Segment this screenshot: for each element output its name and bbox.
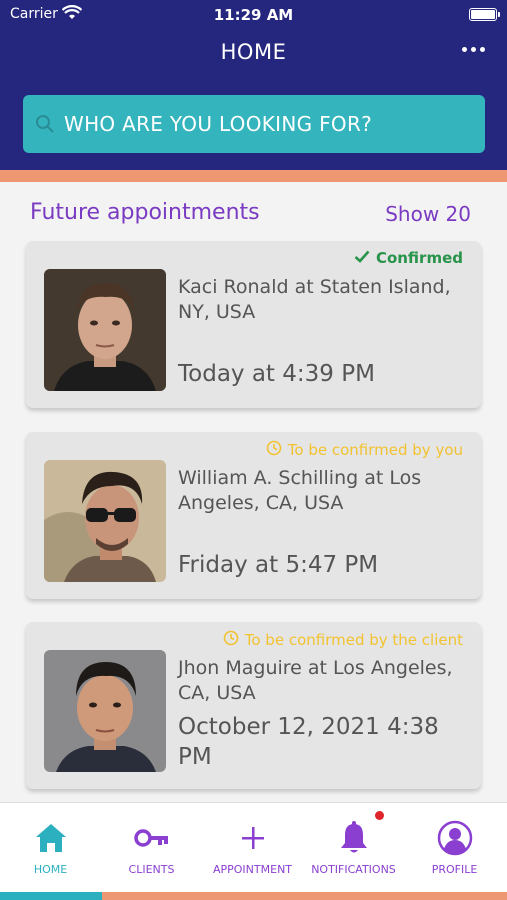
header-bar: Carrier 11:29 AM HOME WHO ARE YOU LOOKIN… — [0, 0, 507, 170]
clock-icon — [223, 630, 239, 650]
tab-notifications[interactable]: NOTIFICATIONS — [303, 803, 404, 893]
show-20-button[interactable]: Show 20 — [385, 202, 471, 226]
tab-profile[interactable]: PROFILE — [404, 803, 505, 893]
more-horizontal-icon[interactable] — [462, 47, 485, 52]
status-badge: Confirmed — [354, 249, 463, 267]
tab-bar: HOME CLIENTS APPOINTMENT NOTIFICATIONS P… — [0, 802, 507, 892]
status-badge: To be confirmed by you — [266, 440, 463, 460]
profile-icon — [404, 819, 505, 857]
search-icon — [35, 114, 55, 138]
tab-label: APPOINTMENT — [212, 863, 293, 876]
tab-label: CLIENTS — [128, 863, 175, 876]
checkmark-icon — [354, 249, 370, 267]
section-title: Future appointments — [30, 200, 260, 225]
page-title: HOME — [220, 40, 287, 64]
status-label: Confirmed — [375, 249, 463, 267]
tab-home[interactable]: HOME — [0, 803, 101, 893]
appointment-time: October 12, 2021 4:38 PM — [178, 714, 439, 770]
client-name-location: William A. Schilling at Los Angeles, CA,… — [178, 467, 422, 514]
search-placeholder: WHO ARE YOU LOOKING FOR? — [64, 112, 373, 136]
clock: 11:29 AM — [213, 6, 294, 24]
tab-label: HOME — [33, 863, 68, 876]
avatar — [44, 460, 166, 582]
accent-divider — [0, 170, 507, 182]
status-badge: To be confirmed by the client — [223, 630, 463, 650]
key-icon — [101, 819, 202, 857]
appointment-time: Friday at 5:47 PM — [178, 552, 379, 578]
notification-badge — [375, 811, 384, 820]
client-name-location: Kaci Ronald at Staten Island, NY, USA — [178, 276, 451, 323]
clock-icon — [266, 440, 282, 460]
appointment-card[interactable]: Confirmed Kaci Ronald at Staten Island, … — [26, 241, 481, 408]
status-bar: Carrier 11:29 AM — [0, 4, 507, 26]
tab-clients[interactable]: CLIENTS — [101, 803, 202, 893]
battery-icon — [469, 8, 500, 21]
appointment-card[interactable]: To be confirmed by the client Jhon Magui… — [26, 622, 481, 789]
avatar — [44, 269, 166, 391]
tab-label: NOTIFICATIONS — [311, 863, 396, 876]
tab-label: PROFILE — [431, 863, 478, 876]
appointment-time: Today at 4:39 PM — [178, 361, 375, 387]
plus-icon — [202, 819, 303, 857]
search-input[interactable]: WHO ARE YOU LOOKING FOR? — [23, 95, 485, 153]
bell-icon — [303, 819, 404, 857]
tab-appointment[interactable]: APPOINTMENT — [202, 803, 303, 893]
active-tab-indicator — [0, 892, 102, 900]
home-icon — [0, 819, 101, 857]
appointment-card[interactable]: To be confirmed by you William A. Schill… — [26, 432, 481, 599]
bottom-indicator — [0, 892, 507, 900]
avatar — [44, 650, 166, 772]
status-label: To be confirmed by you — [287, 441, 463, 459]
status-label: To be confirmed by the client — [244, 631, 463, 649]
client-name-location: Jhon Maguire at Los Angeles, CA, USA — [178, 657, 453, 704]
